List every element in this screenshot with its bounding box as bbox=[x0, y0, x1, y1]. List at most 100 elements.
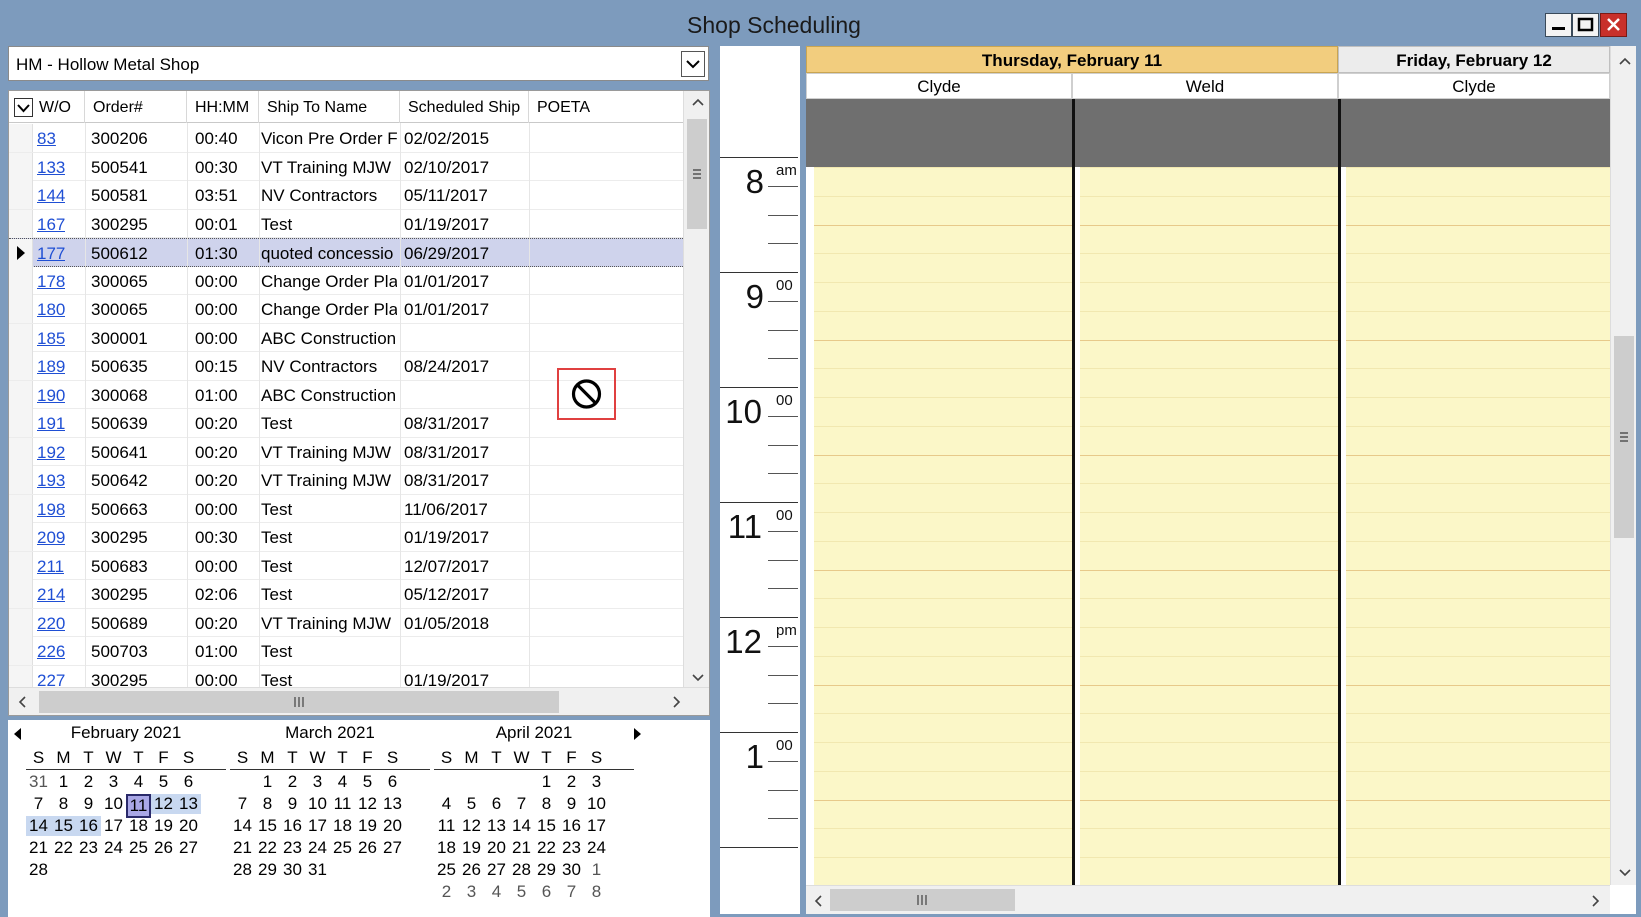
calendar-day[interactable]: 3 bbox=[584, 772, 609, 792]
calendar-day[interactable]: 14 bbox=[26, 816, 51, 836]
row-header[interactable] bbox=[9, 209, 33, 238]
wo-link[interactable]: 167 bbox=[37, 215, 65, 235]
calendar-day[interactable]: 1 bbox=[584, 860, 609, 880]
calendar-day[interactable]: 11 bbox=[330, 794, 355, 814]
grid-vertical-scrollbar[interactable] bbox=[683, 91, 709, 687]
calendar-day[interactable]: 18 bbox=[126, 816, 151, 836]
table-row[interactable]: 209 300295 00:30 Test 01/19/2017 bbox=[9, 523, 685, 552]
schedule-vertical-scroll-thumb[interactable] bbox=[1614, 336, 1634, 538]
calendar-day[interactable]: 15 bbox=[534, 816, 559, 836]
wo-link[interactable]: 211 bbox=[37, 557, 64, 577]
scroll-down-icon[interactable] bbox=[691, 671, 705, 687]
maximize-button[interactable] bbox=[1572, 13, 1599, 37]
scroll-up-icon[interactable] bbox=[691, 95, 705, 111]
calendar-day[interactable]: 25 bbox=[434, 860, 459, 880]
calendar-next-icon[interactable] bbox=[634, 728, 641, 740]
calendar-month-title[interactable]: March 2021 bbox=[230, 723, 430, 743]
row-header[interactable] bbox=[9, 437, 33, 466]
calendar-day[interactable]: 10 bbox=[101, 794, 126, 814]
calendar-day[interactable]: 20 bbox=[176, 816, 201, 836]
wo-link[interactable]: 178 bbox=[37, 272, 65, 292]
column-header-poeta[interactable]: POETA bbox=[529, 91, 685, 123]
table-row[interactable]: 198 500663 00:00 Test 11/06/2017 bbox=[9, 494, 685, 523]
schedule-horizontal-scroll-thumb[interactable] bbox=[830, 889, 1015, 911]
wo-link[interactable]: 193 bbox=[37, 471, 65, 491]
row-header[interactable] bbox=[9, 380, 33, 409]
table-row[interactable]: 211 500683 00:00 Test 12/07/2017 bbox=[9, 551, 685, 580]
calendar-day[interactable]: 27 bbox=[484, 860, 509, 880]
calendar-day[interactable]: 27 bbox=[176, 838, 201, 858]
grid-horizontal-scroll-thumb[interactable] bbox=[39, 691, 559, 713]
calendar-day[interactable]: 6 bbox=[484, 794, 509, 814]
column-header-order[interactable]: Order# bbox=[85, 91, 187, 123]
row-header[interactable] bbox=[9, 523, 33, 551]
row-header[interactable] bbox=[9, 551, 33, 580]
calendar-day[interactable]: 9 bbox=[76, 794, 101, 814]
table-row-selected[interactable]: 177 500612 01:30 quoted concessio 06/29/2017 bbox=[9, 238, 685, 267]
table-row[interactable]: 192 500641 00:20 VT Training MJW 08/31/2017 bbox=[9, 437, 685, 466]
calendar-day[interactable]: 16 bbox=[280, 816, 305, 836]
scroll-right-icon[interactable] bbox=[671, 695, 683, 712]
calendar-day[interactable]: 22 bbox=[534, 838, 559, 858]
calendar-day[interactable]: 23 bbox=[76, 838, 101, 858]
wo-link[interactable]: 83 bbox=[37, 129, 56, 149]
day-header-friday[interactable]: Friday, February 12 bbox=[1338, 46, 1610, 73]
calendar-day[interactable]: 7 bbox=[230, 794, 255, 814]
schedule-column-weld-thursday[interactable] bbox=[1080, 167, 1340, 885]
wo-link[interactable]: 198 bbox=[37, 500, 65, 520]
shop-select[interactable]: HM - Hollow Metal Shop bbox=[8, 46, 709, 81]
row-header[interactable] bbox=[9, 295, 33, 323]
schedule-column-clyde-thursday[interactable] bbox=[814, 167, 1075, 885]
calendar-day[interactable]: 7 bbox=[559, 882, 584, 902]
wo-link[interactable]: 191 bbox=[37, 414, 65, 434]
calendar-month-title[interactable]: April 2021 bbox=[434, 723, 634, 743]
all-day-area[interactable] bbox=[806, 99, 1610, 167]
calendar-day[interactable]: 15 bbox=[51, 816, 76, 836]
scroll-down-icon[interactable] bbox=[1618, 866, 1632, 882]
calendar-day[interactable]: 14 bbox=[509, 816, 534, 836]
calendar-day[interactable]: 21 bbox=[230, 838, 255, 858]
calendar-day[interactable]: 27 bbox=[380, 838, 405, 858]
table-row[interactable]: 180 300065 00:00 Change Order Pla 01/01/2017 bbox=[9, 295, 685, 324]
calendar-day[interactable]: 2 bbox=[559, 772, 584, 792]
calendar-day[interactable]: 28 bbox=[230, 860, 255, 880]
row-header[interactable] bbox=[9, 124, 33, 152]
calendar-day[interactable]: 29 bbox=[534, 860, 559, 880]
wo-link[interactable]: 189 bbox=[37, 357, 65, 377]
column-header-scheduled-ship[interactable]: Scheduled Ship bbox=[400, 91, 529, 123]
calendar-day[interactable]: 22 bbox=[255, 838, 280, 858]
calendar-day[interactable]: 30 bbox=[280, 860, 305, 880]
shop-select-dropdown-button[interactable] bbox=[681, 51, 705, 77]
calendar-day[interactable]: 6 bbox=[534, 882, 559, 902]
calendar-day[interactable]: 11 bbox=[434, 816, 459, 836]
calendar-day[interactable]: 20 bbox=[484, 838, 509, 858]
wo-link[interactable]: 133 bbox=[37, 158, 65, 178]
calendar-day[interactable]: 12 bbox=[355, 794, 380, 814]
wo-link[interactable]: 177 bbox=[37, 244, 65, 264]
calendar-day[interactable]: 26 bbox=[355, 838, 380, 858]
calendar-day[interactable]: 26 bbox=[459, 860, 484, 880]
calendar-day[interactable]: 2 bbox=[76, 772, 101, 792]
column-header-hhmm[interactable]: HH:MM bbox=[187, 91, 259, 123]
day-header-thursday[interactable]: Thursday, February 11 bbox=[806, 46, 1338, 73]
calendar-day[interactable]: 24 bbox=[584, 838, 609, 858]
calendar-day[interactable]: 13 bbox=[380, 794, 405, 814]
scroll-left-icon[interactable] bbox=[16, 695, 28, 712]
calendar-day[interactable]: 8 bbox=[51, 794, 76, 814]
select-all-checkbox[interactable] bbox=[14, 98, 33, 117]
calendar-day[interactable]: 25 bbox=[126, 838, 151, 858]
table-row[interactable]: 178 300065 00:00 Change Order Pla 01/01/2017 bbox=[9, 266, 685, 295]
calendar-day[interactable]: 18 bbox=[330, 816, 355, 836]
row-header[interactable] bbox=[9, 409, 33, 437]
calendar-day[interactable]: 10 bbox=[584, 794, 609, 814]
calendar-day[interactable]: 4 bbox=[330, 772, 355, 792]
row-header[interactable] bbox=[9, 181, 33, 209]
row-header[interactable] bbox=[9, 239, 33, 267]
wo-link[interactable]: 220 bbox=[37, 614, 65, 634]
table-row[interactable]: 167 300295 00:01 Test 01/19/2017 bbox=[9, 209, 685, 238]
calendar-day[interactable]: 1 bbox=[255, 772, 280, 792]
calendar-day[interactable]: 6 bbox=[380, 772, 405, 792]
calendar-day[interactable]: 10 bbox=[305, 794, 330, 814]
calendar-day[interactable]: 19 bbox=[459, 838, 484, 858]
calendar-day[interactable]: 28 bbox=[509, 860, 534, 880]
